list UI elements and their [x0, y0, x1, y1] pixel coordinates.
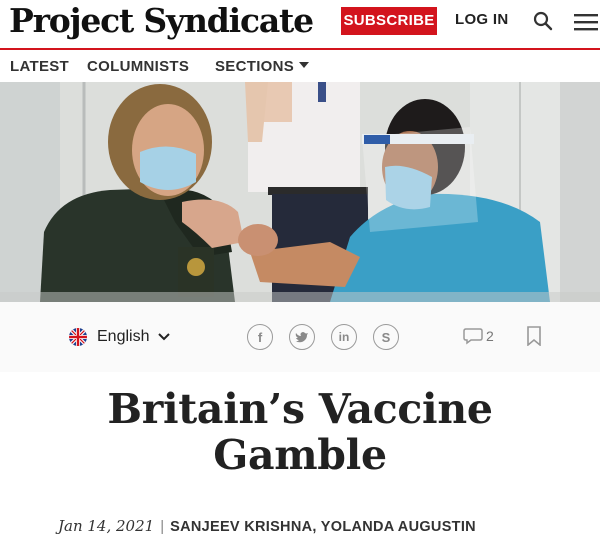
comment-count: 2 — [486, 328, 494, 344]
article-title-line2: Gamble — [213, 431, 387, 479]
facebook-icon[interactable]: f — [247, 324, 273, 350]
uk-flag-icon — [69, 328, 87, 346]
language-selector[interactable]: English — [69, 327, 171, 347]
site-header: Project Syndicate SUBSCRIBE LOG IN — [0, 0, 600, 44]
article-title: Britain’s Vaccine Gamble — [0, 386, 600, 478]
login-link[interactable]: LOG IN — [455, 11, 508, 28]
skype-icon[interactable]: S — [373, 324, 399, 350]
nav-columnists[interactable]: COLUMNISTS — [87, 58, 189, 75]
hero-image — [0, 82, 600, 302]
hamburger-menu-icon[interactable] — [574, 12, 598, 32]
section-nav: LATEST COLUMNISTS SECTIONS — [0, 50, 600, 82]
nav-latest[interactable]: LATEST — [10, 58, 69, 75]
article-date: Jan 14, 2021 — [58, 517, 155, 535]
chevron-down-icon — [158, 333, 171, 341]
caret-down-icon — [299, 62, 310, 68]
twitter-icon[interactable] — [289, 324, 315, 350]
nav-sections[interactable]: SECTIONS — [215, 58, 310, 75]
language-label: English — [97, 328, 150, 345]
article-title-line1: Britain’s Vaccine — [107, 385, 493, 433]
comments-button[interactable]: 2 — [463, 327, 494, 345]
linkedin-icon[interactable]: in — [331, 324, 357, 350]
search-icon[interactable] — [533, 11, 553, 31]
article-authors[interactable]: SANJEEV KRISHNA, YOLANDA AUGUSTIN — [170, 519, 476, 535]
byline-separator: | — [160, 518, 165, 535]
subscribe-button[interactable]: SUBSCRIBE — [341, 7, 437, 35]
nav-sections-label: SECTIONS — [215, 58, 295, 75]
comment-bubble-icon — [463, 328, 483, 345]
bookmark-icon[interactable] — [526, 326, 542, 346]
share-bar: English f in S 2 — [0, 302, 600, 372]
article-byline: Jan 14, 2021 | SANJEEV KRISHNA, YOLANDA AU… — [58, 517, 476, 535]
site-logo[interactable]: Project Syndicate — [9, 0, 314, 42]
